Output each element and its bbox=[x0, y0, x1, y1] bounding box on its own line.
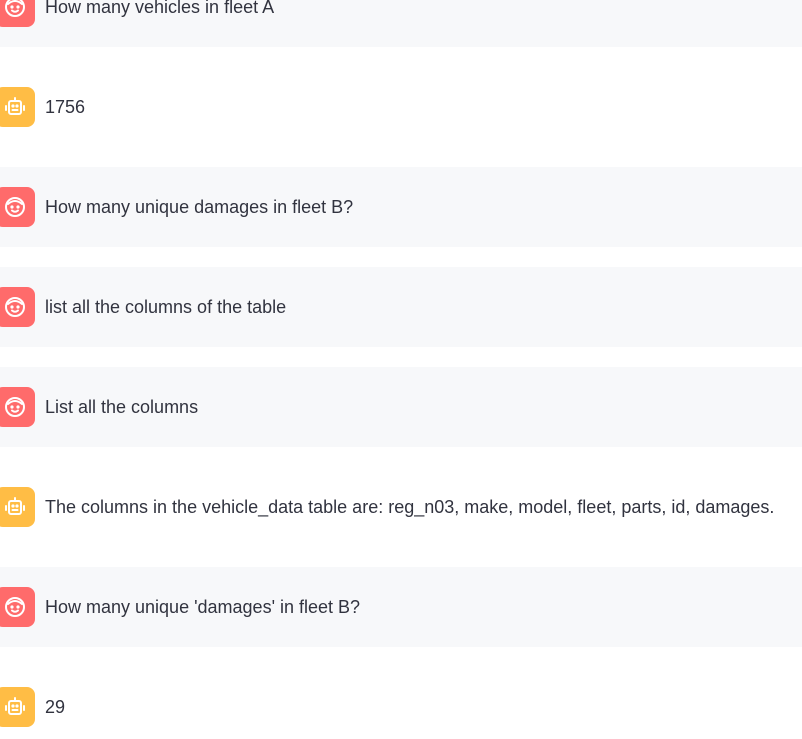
chat-message-assistant: 1756 bbox=[0, 67, 802, 147]
assistant-avatar bbox=[0, 487, 35, 527]
robot-face-icon bbox=[5, 697, 25, 715]
chat-message-assistant: 29 bbox=[0, 667, 802, 739]
chat-message-user: How many unique 'damages' in fleet B? bbox=[0, 567, 802, 647]
smiling-face-icon bbox=[5, 397, 25, 417]
user-avatar bbox=[0, 387, 35, 427]
message-text: How many unique damages in fleet B? bbox=[45, 197, 354, 217]
message-text: List all the columns bbox=[45, 397, 199, 417]
assistant-avatar bbox=[0, 687, 35, 727]
smiling-face-icon bbox=[5, 197, 25, 217]
chat-message-user: How many vehicles in fleet A bbox=[0, 0, 802, 47]
chat-message-assistant: The columns in the vehicle_data table ar… bbox=[0, 467, 802, 547]
message-text: How many unique 'damages' in fleet B? bbox=[45, 597, 361, 617]
user-avatar bbox=[0, 287, 35, 327]
smiling-face-icon bbox=[5, 597, 25, 617]
chat-message-user: list all the columns of the table bbox=[0, 267, 802, 347]
robot-face-icon bbox=[5, 97, 25, 115]
smiling-face-icon bbox=[5, 0, 25, 17]
smiling-face-icon bbox=[5, 297, 25, 317]
message-text: 1756 bbox=[45, 97, 86, 117]
robot-face-icon bbox=[5, 497, 25, 515]
user-avatar bbox=[0, 0, 35, 27]
chat-message-user: List all the columns bbox=[0, 367, 802, 447]
message-text: The columns in the vehicle_data table ar… bbox=[45, 497, 775, 517]
user-avatar bbox=[0, 587, 35, 627]
chat-message-user: How many unique damages in fleet B? bbox=[0, 167, 802, 247]
chat-history: How many vehicles in fleet A 1756 How ma… bbox=[0, 0, 802, 739]
message-text: list all the columns of the table bbox=[45, 297, 287, 317]
message-text: How many vehicles in fleet A bbox=[45, 0, 275, 17]
user-avatar bbox=[0, 187, 35, 227]
assistant-avatar bbox=[0, 87, 35, 127]
message-text: 29 bbox=[45, 697, 66, 717]
